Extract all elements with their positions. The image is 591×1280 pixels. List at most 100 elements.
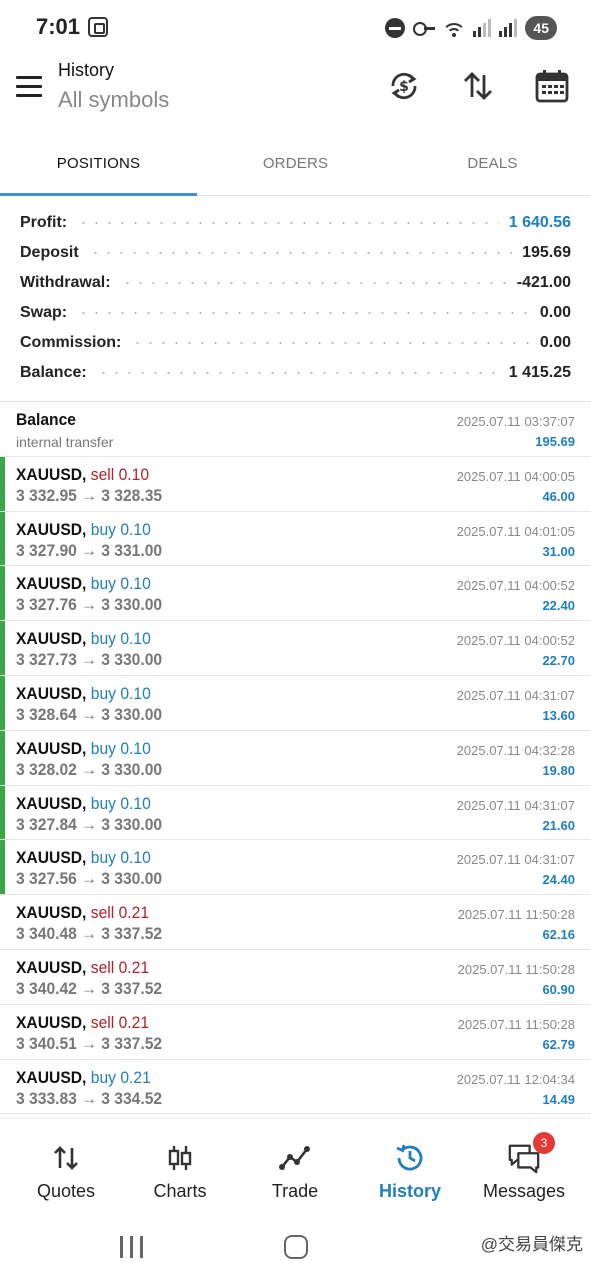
sync-button[interactable]: $ [384, 66, 424, 106]
wifi-icon [443, 19, 466, 37]
sort-button[interactable] [458, 66, 498, 106]
menu-icon[interactable] [16, 76, 42, 98]
row-time: 2025.07.11 11:50:28 [457, 961, 575, 977]
arrow-icon: → [81, 540, 97, 560]
row-profit: 31.00 [542, 543, 575, 559]
open-price: 3 328.64 [16, 704, 77, 724]
row-prices: 3 328.02 → 3 330.00 [16, 760, 162, 780]
close-price: 3 328.35 [101, 485, 163, 505]
trade-volume: 0.10 [120, 629, 151, 649]
list-item-trade[interactable]: XAUUSD, buy 0.21 3 333.83 → 3 334.52 2025.… [0, 1060, 591, 1115]
nav-label: History [378, 1181, 441, 1201]
row-time: 2025.07.11 04:00:52 [456, 633, 575, 649]
close-price: 3 330.00 [101, 814, 163, 834]
list-item-trade[interactable]: XAUUSD, buy 0.10 3 327.73 → 3 330.00 2025.… [0, 621, 591, 676]
list-item-trade[interactable]: XAUUSD, buy 0.10 3 328.02 → 3 330.00 2025.… [0, 730, 591, 786]
tab-positions[interactable]: POSITIONS [0, 130, 197, 196]
row-symbol: XAUUSD, buy 0.10 [16, 848, 151, 868]
summary-row-deposit: Deposit 195.69 [20, 241, 571, 265]
list-item-trade[interactable]: XAUUSD, buy 0.10 3 327.56 → 3 330.00 2025.… [0, 840, 591, 896]
list-item-balance[interactable]: Balance internal transfer 2025.07.11 03:… [0, 402, 591, 457]
close-price: 3 330.00 [101, 759, 163, 779]
sort-icon [464, 72, 492, 100]
summary-row-commission: Commission: 0.00 [20, 331, 571, 355]
trade-volume: 0.10 [120, 793, 151, 813]
home-icon[interactable] [284, 1235, 308, 1259]
row-profit: 14.49 [542, 1091, 575, 1107]
list-item-trade[interactable]: XAUUSD, buy 0.10 3 327.84 → 3 330.00 2025.… [0, 785, 591, 841]
symbol-filter[interactable]: All symbols [58, 87, 169, 113]
summary-panel: Profit: 1 640.56 Deposit 195.69 Withdraw… [0, 208, 591, 402]
row-profit: 62.16 [542, 927, 575, 943]
summary-row-swap: Swap: 0.00 [20, 301, 571, 325]
trade-side: buy [90, 519, 116, 539]
dotted-leader [77, 222, 499, 224]
symbol-name: XAUUSD, [16, 464, 87, 484]
close-price: 3 331.00 [101, 540, 163, 560]
nav-label: Messages [482, 1181, 566, 1201]
nav-charts[interactable]: Charts [121, 1119, 239, 1217]
tab-orders[interactable]: ORDERS [197, 130, 394, 196]
row-symbol: XAUUSD, buy 0.10 [16, 520, 151, 540]
trade-icon [278, 1141, 312, 1175]
summary-label: Withdrawal: [20, 274, 111, 291]
list-item-trade[interactable]: XAUUSD, buy 0.10 3 327.90 → 3 331.00 2025.… [0, 511, 591, 567]
list-item-trade[interactable]: XAUUSD, buy 0.10 3 327.76 → 3 330.00 2025.… [0, 566, 591, 622]
summary-row-profit: Profit: 1 640.56 [20, 211, 571, 235]
symbol-name: XAUUSD, [16, 629, 87, 649]
open-price: 3 333.83 [16, 1088, 77, 1108]
arrow-icon: → [81, 1088, 97, 1108]
dotted-leader [96, 372, 499, 374]
row-prices: 3 327.73 → 3 330.00 [16, 650, 162, 670]
list-item-trade[interactable]: XAUUSD, buy 0.10 3 328.64 → 3 330.00 2025.… [0, 675, 591, 731]
row-profit: 13.60 [542, 707, 575, 723]
arrow-icon: → [81, 485, 97, 505]
trade-side: buy [90, 793, 116, 813]
list-item-trade[interactable]: XAUUSD, sell 0.21 3 340.51 → 3 337.52 2025… [0, 1005, 591, 1060]
row-symbol: XAUUSD, buy 0.10 [16, 794, 151, 814]
tab-deals[interactable]: DEALS [394, 130, 591, 196]
row-profit: 24.40 [542, 872, 575, 888]
calendar-button[interactable] [532, 66, 572, 106]
nav-history[interactable]: History [351, 1119, 469, 1217]
dotted-leader [131, 342, 530, 344]
trade-side: buy [90, 629, 116, 649]
list-item-trade[interactable]: XAUUSD, sell 0.21 3 340.42 → 3 337.52 2025… [0, 950, 591, 1005]
signal-icon [473, 19, 492, 37]
nav-messages[interactable]: 3 Messages [465, 1119, 583, 1217]
summary-value: -421.00 [516, 274, 571, 291]
open-price: 3 328.02 [16, 759, 77, 779]
summary-value: 0.00 [539, 304, 571, 321]
row-time: 2025.07.11 11:50:28 [457, 1016, 575, 1032]
arrow-icon: → [81, 814, 97, 834]
symbol-name: XAUUSD, [16, 1067, 87, 1087]
open-price: 3 340.48 [16, 924, 77, 944]
nav-label: Trade [271, 1181, 319, 1201]
row-symbol: XAUUSD, buy 0.10 [16, 574, 151, 594]
row-prices: 3 327.56 → 3 330.00 [16, 869, 162, 889]
trade-volume: 0.10 [120, 519, 151, 539]
open-price: 3 327.73 [16, 650, 77, 670]
summary-label: Commission: [20, 334, 122, 351]
close-price: 3 330.00 [101, 704, 163, 724]
trade-side: buy [90, 683, 116, 703]
screenshot-icon [88, 17, 108, 37]
status-time: 7:01 [36, 14, 81, 39]
summary-value: 195.69 [522, 244, 571, 261]
nav-quotes[interactable]: Quotes [7, 1119, 125, 1217]
status-bar: 7:01 45 [0, 0, 591, 56]
recent-apps-icon[interactable] [120, 1236, 144, 1258]
arrow-icon: → [81, 759, 97, 779]
close-price: 3 337.52 [101, 978, 163, 998]
list-item-trade[interactable]: XAUUSD, sell 0.21 3 340.48 → 3 337.52 2025… [0, 895, 591, 950]
arrow-icon: → [81, 924, 97, 944]
row-profit: 19.80 [542, 762, 575, 778]
row-title: Balance [16, 410, 76, 429]
vpn-key-icon [413, 22, 436, 36]
row-prices: 3 328.64 → 3 330.00 [16, 705, 162, 725]
open-price: 3 327.90 [16, 540, 77, 560]
summary-value: 0.00 [539, 334, 571, 351]
nav-trade[interactable]: Trade [236, 1119, 354, 1217]
symbol-name: XAUUSD, [16, 957, 87, 977]
list-item-trade[interactable]: XAUUSD, sell 0.10 3 332.95 → 3 328.35 2025… [0, 456, 591, 512]
